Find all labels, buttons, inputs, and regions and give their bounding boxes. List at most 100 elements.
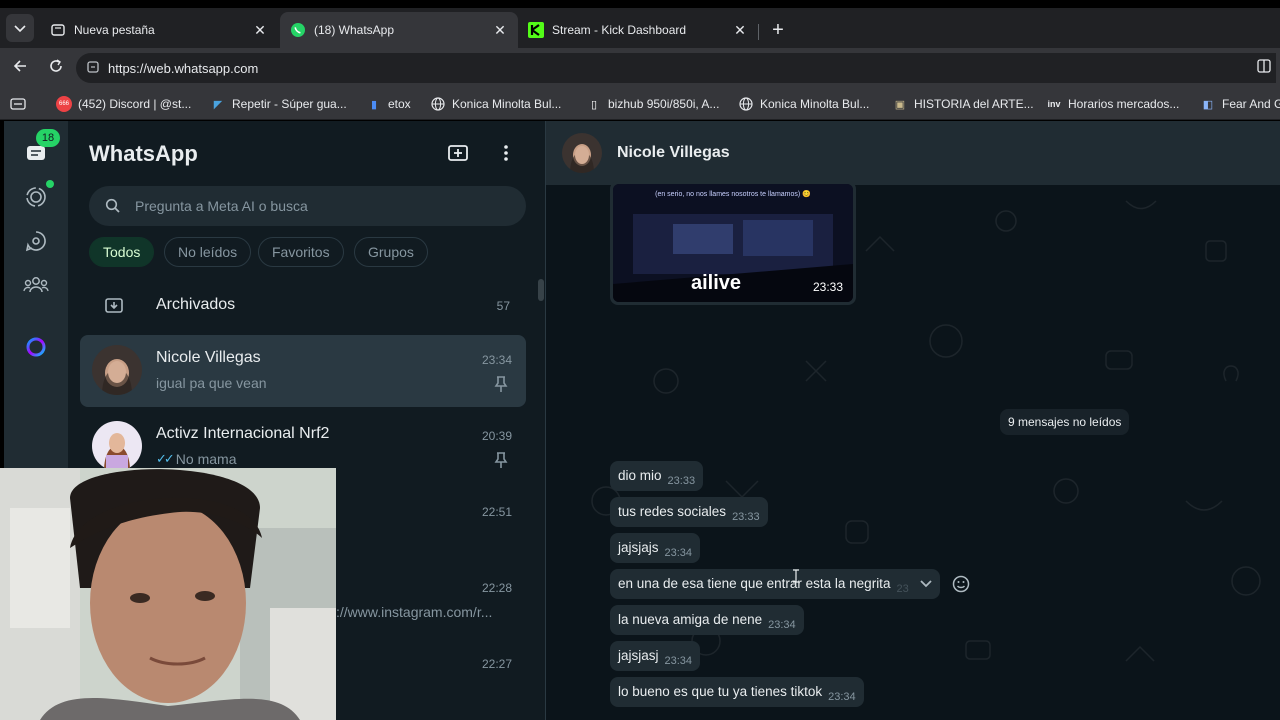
- chat-preview: igual pa que vean: [156, 375, 267, 391]
- bookmark-fear-greed[interactable]: ◧ Fear And G: [1200, 94, 1280, 114]
- chat-row-nicole-villegas[interactable]: Nicole Villegas 23:34 igual pa que vean: [80, 335, 526, 407]
- filter-favoritos[interactable]: Favoritos: [258, 237, 344, 267]
- chat-time: 22:28: [481, 581, 512, 595]
- bookmark-horarios[interactable]: inv Horarios mercados...: [1046, 94, 1179, 114]
- message-time: 23:33: [732, 511, 760, 523]
- message-text: jajsjasj: [618, 648, 659, 663]
- chat-time: 23:34: [481, 353, 512, 367]
- message-text: dio mio: [618, 468, 662, 483]
- url-text: https://web.whatsapp.com: [108, 60, 259, 76]
- webcam-overlay: [0, 468, 336, 720]
- reload-button[interactable]: [44, 56, 68, 80]
- bookmark-label: Konica Minolta Bul...: [452, 97, 562, 111]
- tab-search-button[interactable]: [6, 14, 34, 42]
- media-caption: (en serio, no nos llames nosotros te lla…: [655, 191, 811, 198]
- archived-row[interactable]: Archivados 57: [80, 287, 530, 327]
- tab-title: Nueva pestaña: [74, 23, 155, 37]
- new-tab-button[interactable]: +: [766, 18, 790, 42]
- close-tab-icon[interactable]: ✕: [252, 22, 268, 39]
- filter-no-leidos[interactable]: No leídos: [164, 237, 252, 267]
- filter-grupos[interactable]: Grupos: [354, 237, 428, 267]
- bookmark-konica-1[interactable]: Konica Minolta Bul...: [430, 94, 561, 114]
- newtab-icon: [50, 22, 66, 38]
- message-bubble[interactable]: dio mio 23:33: [610, 461, 704, 491]
- video-thumbnail[interactable]: (en serio, no nos llames nosotros te lla…: [613, 184, 853, 302]
- meta-ai-button[interactable]: [20, 331, 52, 363]
- bookmarks-bar: 666 (452) Discord | @st... ◤ Repetir - S…: [0, 88, 1280, 120]
- webcam-feed: [0, 468, 336, 720]
- text-cursor: [792, 569, 800, 583]
- message-time: 23:33: [812, 280, 843, 294]
- close-tab-icon[interactable]: ✕: [492, 22, 508, 39]
- avatar: [92, 345, 142, 395]
- discord-icon: 666: [56, 96, 72, 112]
- globe-icon: [430, 96, 446, 112]
- pin-icon: [494, 375, 510, 393]
- message-text: jajsjajs: [618, 540, 659, 555]
- document-icon: ▯: [590, 98, 598, 111]
- archived-label: Archivados: [156, 296, 236, 313]
- ailive-logo: ailive: [691, 272, 742, 294]
- tab-kick-dashboard[interactable]: Stream - Kick Dashboard ✕: [518, 12, 758, 48]
- unread-chats-badge: 18: [36, 129, 60, 147]
- bookmark-konica-2[interactable]: Konica Minolta Bul...: [738, 94, 869, 114]
- message-bubble[interactable]: jajsjajs 23:34: [610, 533, 701, 563]
- tab-whatsapp[interactable]: (18) WhatsApp ✕: [280, 12, 518, 48]
- app-title: WhatsApp: [89, 141, 198, 166]
- tab-title: (18) WhatsApp: [314, 23, 395, 37]
- browser-tab-bar: Nueva pestaña ✕ (18) WhatsApp ✕ Stream -…: [0, 8, 1280, 48]
- message-bubble[interactable]: lo bueno es que tu ya tienes tiktok 23:3…: [610, 677, 864, 707]
- bookmark-discord[interactable]: 666 (452) Discord | @st...: [56, 94, 191, 114]
- tab-separator: [758, 24, 759, 40]
- message-text: tus redes sociales: [618, 504, 727, 519]
- communities-icon: [23, 277, 49, 293]
- message-time: 23:34: [768, 619, 796, 631]
- emoji-icon: [952, 575, 970, 593]
- new-chat-button[interactable]: [446, 141, 470, 165]
- message-bubble[interactable]: la nueva amiga de nene 23:34: [610, 605, 804, 635]
- react-button[interactable]: [949, 572, 973, 596]
- message-bubble-hovered[interactable]: en una de esa tiene que entrar esta la n…: [610, 569, 940, 599]
- menu-button[interactable]: [494, 141, 518, 165]
- conversation-header[interactable]: Nicole Villegas: [546, 121, 1280, 185]
- chat-time: 20:39: [481, 429, 512, 443]
- top-strip: [0, 0, 1280, 8]
- message-menu-button[interactable]: [916, 574, 936, 594]
- bookmarks-menu[interactable]: [10, 94, 32, 114]
- close-tab-icon[interactable]: ✕: [732, 22, 748, 39]
- filter-todos[interactable]: Todos: [89, 237, 155, 267]
- message-bubble[interactable]: tus redes sociales 23:33: [610, 497, 768, 527]
- message-time: 23:33: [667, 475, 696, 487]
- bookmark-etox[interactable]: ▮ etox: [366, 94, 411, 114]
- bookmark-bizhub[interactable]: ▯ bizhub 950i/850i, A...: [586, 94, 719, 114]
- address-bar[interactable]: https://web.whatsapp.com: [76, 53, 1276, 83]
- bookmark-repetir[interactable]: ◤ Repetir - Súper gua...: [210, 94, 347, 114]
- chat-list-scrollbar[interactable]: [538, 279, 544, 301]
- message-time: 23:34: [828, 691, 856, 703]
- bookmark-label: (452) Discord | @st...: [78, 97, 192, 111]
- back-button[interactable]: [8, 56, 32, 80]
- communities-nav-button[interactable]: [20, 269, 52, 301]
- media-message[interactable]: (en serio, no nos llames nosotros te lla…: [610, 181, 856, 305]
- conversation-pane: Nicole Villegas (en serio, no nos llames…: [546, 121, 1280, 720]
- split-view-button[interactable]: [1252, 56, 1276, 80]
- bookmark-label: Horarios mercados...: [1068, 97, 1180, 111]
- tab-new-tab[interactable]: Nueva pestaña ✕: [40, 12, 278, 48]
- message-text: la nueva amiga de nene: [618, 612, 763, 627]
- bookmark-label: Konica Minolta Bul...: [760, 97, 870, 111]
- etox-icon: ▮: [370, 98, 378, 111]
- channels-nav-button[interactable]: [20, 225, 52, 257]
- site-info-icon[interactable]: [86, 60, 100, 77]
- chat-time: 22:51: [481, 505, 512, 519]
- bookmark-historia[interactable]: ▣ HISTORIA del ARTE...: [892, 94, 1034, 114]
- bookmark-label: bizhub 950i/850i, A...: [608, 97, 720, 111]
- archived-count: 57: [496, 299, 510, 313]
- message-text: en una de esa tiene que entrar esta la n…: [618, 576, 891, 591]
- whatsapp-icon: [290, 22, 306, 38]
- message-bubble[interactable]: jajsjasj 23:34: [610, 641, 701, 671]
- chat-name: Nicole Villegas: [156, 349, 261, 366]
- status-icon: [26, 187, 46, 207]
- contact-avatar[interactable]: [562, 133, 602, 173]
- chat-name: Activz Internacional Nrf2: [156, 425, 330, 442]
- search-box[interactable]: Pregunta a Meta AI o busca: [89, 186, 526, 226]
